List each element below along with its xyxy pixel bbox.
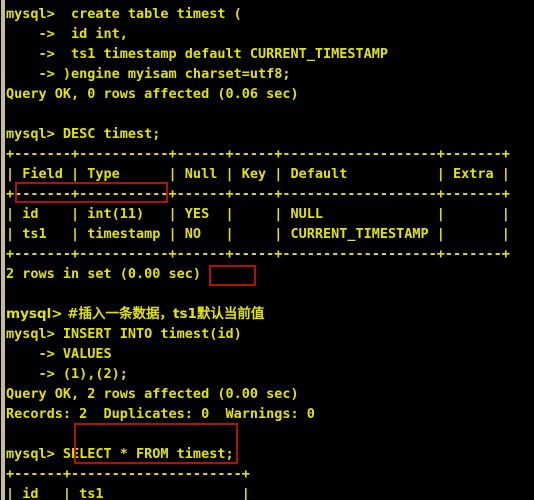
terminal-line: mysql> create table timest ( — [6, 6, 242, 22]
terminal-line: -> ts1 timestamp default CURRENT_TIMESTA… — [6, 46, 389, 62]
terminal-line: -> VALUES — [6, 346, 112, 362]
terminal-line: 2 rows in set (0.00 sec) — [6, 266, 202, 282]
terminal-line: | id | ts1 | — [6, 486, 250, 500]
terminal-line: -> (1),(2); — [6, 366, 128, 382]
terminal-screen[interactable]: mysql> create table timest ( -> id int, … — [6, 4, 534, 500]
terminal-line: +-------+-----------+------+-----+------… — [6, 186, 510, 202]
mysql-terminal-window[interactable]: mysql> create table timest ( -> id int, … — [0, 0, 534, 500]
terminal-line: -> )engine myisam charset=utf8; — [6, 66, 291, 82]
terminal-line: -> id int, — [6, 26, 128, 42]
terminal-line: Records: 2 Duplicates: 0 Warnings: 0 — [6, 406, 315, 422]
terminal-line: Query OK, 0 rows affected (0.06 sec) — [6, 86, 299, 102]
terminal-line: mysql> SELECT * FROM timest; — [6, 446, 234, 462]
terminal-line: | ts1 | timestamp | NO | | CURRENT_TIMES… — [6, 226, 510, 242]
terminal-line: +-------+-----------+------+-----+------… — [6, 246, 510, 262]
terminal-line: | id | int(11) | YES | | NULL | | — [6, 206, 510, 222]
terminal-line: | Field | Type | Null | Key | Default | … — [6, 166, 510, 182]
terminal-line: Query OK, 2 rows affected (0.00 sec) — [6, 386, 299, 402]
window-left-border — [1, 0, 5, 500]
terminal-line-comment: mysql> #插入一条数据，ts1默认当前值 — [6, 306, 265, 322]
terminal-line: +------+---------------------+ — [6, 466, 250, 482]
terminal-line: +-------+-----------+------+-----+------… — [6, 146, 510, 162]
terminal-line: mysql> INSERT INTO timest(id) — [6, 326, 242, 342]
terminal-line: mysql> DESC timest; — [6, 126, 161, 142]
